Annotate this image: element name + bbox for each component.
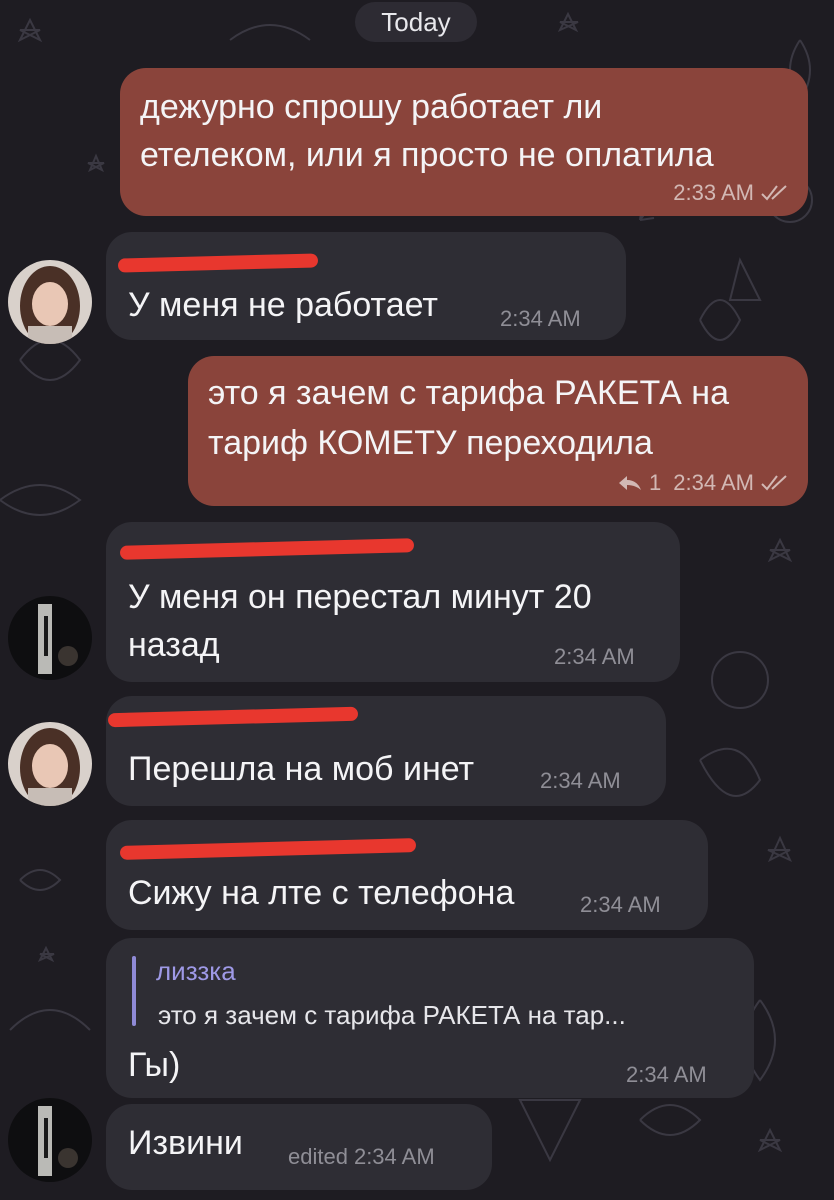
message-time: 2:34 AM xyxy=(626,1062,707,1087)
message-meta: 1 2:34 AM xyxy=(617,470,790,496)
message-time: 2:34 AM xyxy=(673,470,754,495)
message-text: Гы) xyxy=(128,1046,181,1084)
message-time: 2:34 AM xyxy=(554,644,635,669)
message-time: 2:34 AM xyxy=(353,1144,435,1169)
message-time: 2:34 AM xyxy=(500,306,581,331)
incoming-message[interactable]: У меня он перестал минут 20 назад 2:34 A… xyxy=(106,522,680,682)
reply-quote: это я зачем с тарифа РАКЕТА на тар... xyxy=(158,1000,626,1030)
avatar[interactable] xyxy=(8,596,92,680)
message-text-line: дежурно спрошу работает ли xyxy=(140,88,603,126)
avatar[interactable] xyxy=(8,1098,92,1182)
avatar-girl xyxy=(8,260,92,344)
avatar[interactable] xyxy=(8,260,92,344)
incoming-message[interactable]: У меня не работает 2:34 AM xyxy=(106,232,626,340)
incoming-message[interactable]: лиззка это я зачем с тарифа РАКЕТА на та… xyxy=(106,938,754,1098)
message-time: 2:34 AM xyxy=(540,768,621,793)
message-text-line: тариф КОМЕТУ переходила xyxy=(208,424,653,462)
avatar-dark-photo xyxy=(8,596,92,680)
redacted-sender-name xyxy=(117,253,319,273)
outgoing-message[interactable]: это я зачем с тарифа РАКЕТА на тариф КОМ… xyxy=(188,356,808,506)
double-check-icon xyxy=(761,185,787,201)
message-time: 2:33 AM xyxy=(673,180,754,205)
message-text-line: етелеком, или я просто не оплатила xyxy=(140,136,714,174)
message-text: У меня не работает xyxy=(128,286,439,324)
message-meta: 2:33 AM xyxy=(673,180,790,206)
reply-count[interactable]: 1 xyxy=(649,470,661,496)
redacted-sender-name xyxy=(107,706,359,728)
incoming-message[interactable]: Перешла на моб инет 2:34 AM xyxy=(106,696,666,806)
edited-label: edited xyxy=(288,1144,348,1169)
message-text: Сижу на лте с телефона xyxy=(128,874,515,912)
reply-author: лиззка xyxy=(156,956,236,986)
message-text: Перешла на моб инет xyxy=(128,750,475,788)
avatar-girl xyxy=(8,722,92,806)
double-check-icon xyxy=(761,475,787,491)
incoming-message[interactable]: Извини edited 2:34 AM xyxy=(106,1104,492,1190)
outgoing-message[interactable]: дежурно спрошу работает ли етелеком, или… xyxy=(120,68,808,216)
message-text-line: У меня он перестал минут 20 xyxy=(128,578,592,616)
reply-accent-bar xyxy=(132,956,136,1026)
reply-arrow-icon[interactable] xyxy=(617,474,643,492)
message-text: Извини xyxy=(128,1124,243,1162)
message-text-line: назад xyxy=(128,626,220,664)
avatar-dark-photo xyxy=(8,1098,92,1182)
avatar[interactable] xyxy=(8,722,92,806)
message-text-line: это я зачем с тарифа РАКЕТА на xyxy=(208,374,729,412)
date-separator: Today xyxy=(355,2,477,42)
incoming-message[interactable]: Сижу на лте с телефона 2:34 AM xyxy=(106,820,708,930)
message-time: 2:34 AM xyxy=(580,892,661,917)
redacted-sender-name xyxy=(119,838,417,860)
redacted-sender-name xyxy=(119,538,415,560)
message-meta: edited 2:34 AM xyxy=(288,1144,435,1170)
